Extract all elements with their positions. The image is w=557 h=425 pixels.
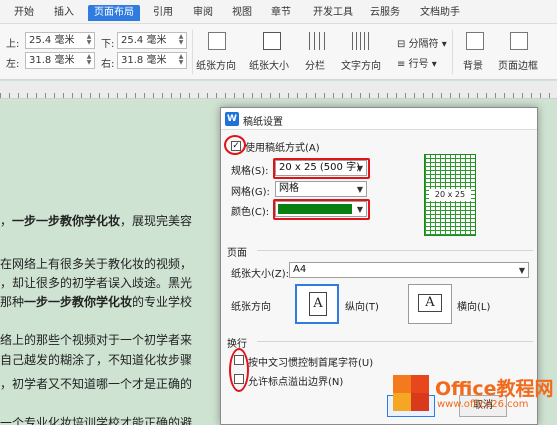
dialog-title: 稿纸设置 <box>243 117 283 128</box>
tab-cloud[interactable]: 云服务 <box>368 5 402 21</box>
portrait-page-icon: A <box>309 292 327 316</box>
spinner-icon[interactable]: ▲ ▼ <box>177 54 185 67</box>
doc-line: 那种一步一步教你学化妆的专业学校 <box>0 295 193 309</box>
margin-top-value: 25.4 毫米 <box>29 35 75 46</box>
tab-developer[interactable]: 开发工具 <box>311 5 355 21</box>
watermark-title: Office教程网 <box>435 378 554 400</box>
paper-size-label: 纸张大小(Z): <box>231 269 290 280</box>
paper-size-button[interactable]: 纸张大小 <box>249 57 289 72</box>
line-numbers-label: 行号 <box>408 59 429 70</box>
columns-button[interactable]: 分栏 <box>305 57 325 72</box>
tab-references[interactable]: 引用 <box>151 5 175 21</box>
margin-top-label: 上: <box>6 39 20 50</box>
doc-line: 络上的那些个视频对于一个初学者来 <box>0 333 193 347</box>
grid-value: 网格 <box>279 183 299 194</box>
doc-line: ，却让很多的初学者误入歧途。黑光 <box>0 276 193 290</box>
portrait-label[interactable]: 纵向(T) <box>345 298 379 313</box>
tab-doc-assistant[interactable]: 文档助手 <box>418 5 462 21</box>
margin-left-value: 31.8 毫米 <box>29 55 75 66</box>
watermark: Office教程网 www.office26.com <box>393 371 555 423</box>
office-logo-icon <box>393 375 429 411</box>
doc-line: ，一步一步教你学化妆，展现完美容 <box>0 214 193 228</box>
margin-top-input[interactable]: 25.4 毫米 ▲ ▼ <box>25 32 95 49</box>
background-icon[interactable] <box>466 32 484 50</box>
highlight-circle <box>224 135 246 155</box>
tab-review[interactable]: 审阅 <box>191 5 215 21</box>
grid-label: 网格(G): <box>231 187 270 198</box>
columns-icon[interactable] <box>309 32 327 50</box>
tab-home[interactable]: 开始 <box>12 5 36 21</box>
page-border-button[interactable]: 页面边框 <box>498 57 538 72</box>
section-divider <box>257 341 533 342</box>
landscape-page-icon: A <box>418 294 442 312</box>
section-divider <box>257 250 533 251</box>
wps-logo-icon: W <box>225 112 239 126</box>
spec-label: 规格(S): <box>231 166 269 177</box>
margin-bottom-value: 25.4 毫米 <box>121 35 167 46</box>
text-direction-icon[interactable] <box>352 32 370 50</box>
landscape-label[interactable]: 横向(L) <box>457 298 490 313</box>
margin-left-input[interactable]: 31.8 毫米 ▲ ▼ <box>25 52 95 69</box>
highlight-ellipse <box>229 348 249 392</box>
margin-right-value: 31.8 毫米 <box>121 55 167 66</box>
doc-line: 一个专业化妆培训学校才能正确的避 <box>0 416 193 425</box>
tab-view[interactable]: 视图 <box>230 5 254 21</box>
line-numbers-button[interactable]: ≡ 行号 ▾ <box>397 55 437 70</box>
text-direction-button[interactable]: 文字方向 <box>341 57 381 72</box>
margin-right-input[interactable]: 31.8 毫米 ▲ ▼ <box>117 52 187 69</box>
wrap-option1-label: 按中文习惯控制首尾字符(U) <box>248 358 374 369</box>
grid-preview-label: 20 x 25 <box>429 189 471 201</box>
page-section-title: 页面 <box>227 248 247 259</box>
doc-line: ，初学者又不知道哪一个才是正确的 <box>0 377 193 391</box>
spinner-icon[interactable]: ▲ ▼ <box>85 54 93 67</box>
use-grid-label: 使用稿纸方式(A) <box>245 143 320 154</box>
watermark-url: www.office26.com <box>437 399 529 410</box>
margin-bottom-input[interactable]: 25.4 毫米 ▲ ▼ <box>117 32 187 49</box>
ribbon: 上: 25.4 毫米 ▲ ▼ 下: 25.4 毫米 ▲ ▼ 左: 31.8 毫米 ▲… <box>0 24 557 80</box>
orientation-button[interactable]: 纸张方向 <box>196 57 236 72</box>
orientation-icon[interactable] <box>208 32 226 50</box>
spinner-icon[interactable]: ▲ ▼ <box>177 34 185 47</box>
dialog-title-bar[interactable]: W 稿纸设置 <box>221 108 537 130</box>
margin-left-label: 左: <box>6 59 20 70</box>
background-button[interactable]: 背景 <box>463 57 483 72</box>
margin-bottom-label: 下: <box>101 39 115 50</box>
tab-insert[interactable]: 插入 <box>52 5 76 21</box>
spinner-icon[interactable]: ▲ ▼ <box>85 34 93 47</box>
chevron-down-icon: ▼ <box>356 185 363 194</box>
breaks-button[interactable]: ⊟ 分隔符 ▾ <box>397 35 447 50</box>
orientation-label: 纸张方向 <box>231 302 271 313</box>
chevron-down-icon: ▼ <box>518 266 525 275</box>
paper-size-value: A4 <box>293 264 307 275</box>
grid-preview: 20 x 25 <box>424 154 476 236</box>
page-border-icon[interactable] <box>510 32 528 50</box>
tab-page-layout[interactable]: 页面布局 <box>88 5 140 21</box>
wrap-option2-label: 允许标点溢出边界(N) <box>248 377 344 388</box>
landscape-option[interactable]: A <box>408 284 452 324</box>
portrait-option[interactable]: A <box>295 284 339 324</box>
highlight-box <box>273 199 370 220</box>
paper-size-select[interactable]: A4 ▼ <box>289 262 529 278</box>
doc-line: 在网络上有很多关于教化妆的视频， <box>0 257 193 271</box>
grid-select[interactable]: 网格 ▼ <box>275 181 367 197</box>
ribbon-divider <box>192 30 193 74</box>
paper-size-icon[interactable] <box>263 32 281 50</box>
tab-chapter[interactable]: 章节 <box>269 5 293 21</box>
breaks-label: 分隔符 <box>408 39 439 50</box>
menu-bar: 开始 插入 页面布局 引用 审阅 视图 章节 开发工具 云服务 文档助手 <box>0 0 557 24</box>
highlight-box <box>273 158 370 179</box>
margin-right-label: 右: <box>101 59 115 70</box>
ribbon-divider <box>452 30 453 74</box>
ruler-ticks <box>0 81 557 98</box>
color-label: 颜色(C): <box>231 207 270 218</box>
ruler[interactable] <box>0 81 557 99</box>
doc-line: 自己越发的糊涂了，不知道化妆步骤 <box>0 353 193 367</box>
